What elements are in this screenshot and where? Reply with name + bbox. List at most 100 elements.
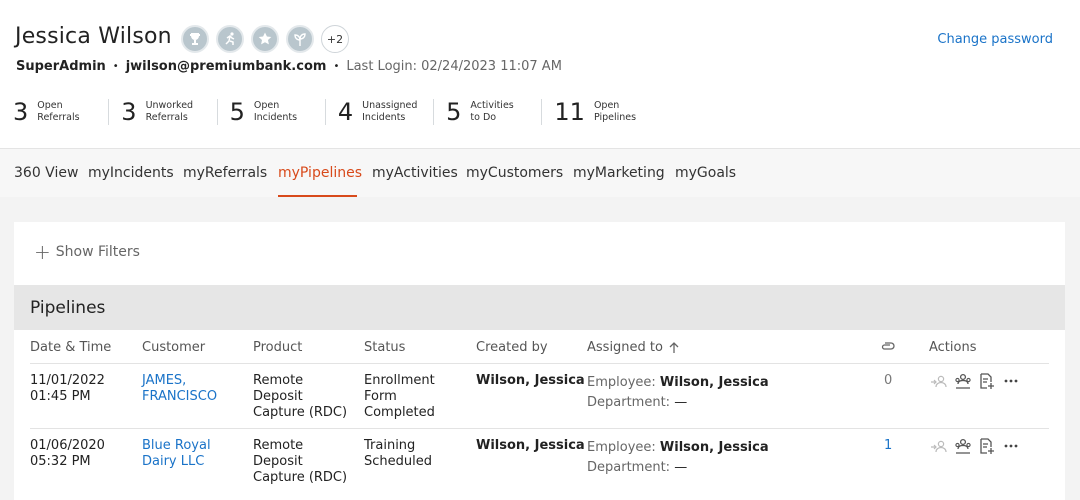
meta-separator: • <box>333 61 340 72</box>
tab-360-view[interactable]: 360 View <box>14 165 78 181</box>
row-2-assigned-to: Employee: Wilson, Jessica Department: — <box>587 438 769 478</box>
row-1-actions <box>930 372 1020 390</box>
tab-myactivities[interactable]: myActivities <box>372 165 458 181</box>
status-line: Completed <box>364 405 435 420</box>
tab-mymarketing[interactable]: myMarketing <box>573 165 665 181</box>
stat-open-referrals[interactable]: 3 Open Referrals <box>13 98 110 126</box>
user-role: SuperAdmin <box>16 59 106 74</box>
change-password-link[interactable]: Change password <box>937 32 1053 47</box>
stat-label: Activities to Do <box>470 100 514 123</box>
product-line: Remote <box>253 373 304 388</box>
row-2-status: Training Scheduled <box>364 438 432 470</box>
column-header-date-time[interactable]: Date & Time <box>30 340 111 355</box>
customer-line: JAMES, <box>142 373 187 388</box>
status-line: Training <box>364 438 416 453</box>
meta-separator: • <box>112 61 119 72</box>
row-1-status: Enrollment Form Completed <box>364 373 435 421</box>
status-line: Form <box>364 389 397 404</box>
user-email: jwilson@premiumbank.com <box>125 59 327 74</box>
section-title: Pipelines <box>30 298 106 318</box>
column-header-created-by[interactable]: Created by <box>476 340 548 355</box>
filter-panel: + Show Filters <box>14 222 1065 285</box>
date-text: 11/01/2022 <box>30 373 105 388</box>
pipelines-table <box>14 330 1065 500</box>
table-divider <box>30 363 1049 364</box>
assign-team-icon[interactable] <box>954 372 972 390</box>
stat-value: 4 <box>337 98 354 126</box>
stat-open-incidents[interactable]: 5 Open Incidents <box>230 99 326 125</box>
product-line: Deposit <box>253 454 303 469</box>
runner-badge-icon[interactable] <box>216 25 244 53</box>
reassign-user-icon[interactable] <box>930 437 948 455</box>
reassign-user-icon[interactable] <box>930 372 948 390</box>
department-label: Department: <box>587 395 671 410</box>
add-note-icon[interactable] <box>978 372 996 390</box>
employee-label: Employee: <box>587 375 656 390</box>
tab-myincidents[interactable]: myIncidents <box>88 165 174 181</box>
tab-myreferrals[interactable]: myReferrals <box>183 165 267 181</box>
stat-unworked-referrals[interactable]: 3 Unworked Referrals <box>121 98 218 126</box>
add-note-icon[interactable] <box>978 437 996 455</box>
product-line: Remote <box>253 438 304 453</box>
more-options-icon[interactable] <box>1002 437 1020 455</box>
sort-ascending-icon <box>669 341 679 353</box>
stat-value: 11 <box>554 98 585 126</box>
star-badge-icon[interactable] <box>251 25 279 53</box>
tab-mypipelines[interactable]: myPipelines <box>278 165 362 181</box>
stat-unassigned-incidents[interactable]: 4 Unassigned Incidents <box>337 98 435 126</box>
plus-icon: + <box>34 240 51 264</box>
column-header-customer[interactable]: Customer <box>142 340 205 355</box>
stat-value: 5 <box>229 98 245 126</box>
table-divider <box>30 428 1049 429</box>
customer-line: Dairy LLC <box>142 454 205 469</box>
customer-line: FRANCISCO <box>142 389 218 404</box>
department-label: Department: <box>587 460 671 475</box>
stat-value: 3 <box>13 98 29 126</box>
department-value: — <box>674 395 688 410</box>
tab-bar: 360 View myIncidents myReferrals myPipel… <box>0 148 1080 197</box>
column-header-attachments[interactable] <box>880 342 895 352</box>
column-header-status[interactable]: Status <box>364 340 405 355</box>
row-1-date-time: 11/01/2022 01:45 PM <box>30 373 105 405</box>
product-line: Capture (RDC) <box>253 470 348 485</box>
plant-badge-icon[interactable] <box>286 25 314 53</box>
tab-mycustomers[interactable]: myCustomers <box>466 165 563 181</box>
column-header-assigned-to[interactable]: Assigned to <box>587 340 679 355</box>
column-header-product[interactable]: Product <box>253 340 302 355</box>
column-header-label: Assigned to <box>587 340 663 355</box>
user-name: Jessica Wilson <box>15 24 172 49</box>
column-header-actions: Actions <box>929 340 977 355</box>
row-2-customer-link[interactable]: Blue Royal Dairy LLC <box>142 438 211 470</box>
status-line: Scheduled <box>364 454 432 469</box>
row-1-attachment-count: 0 <box>884 373 893 388</box>
stat-label: Open Pipelines <box>593 100 637 123</box>
more-options-icon[interactable] <box>1002 372 1020 390</box>
row-2-date-time: 01/06/2020 05:32 PM <box>30 438 105 470</box>
stat-open-pipelines[interactable]: 11 Open Pipelines <box>554 99 665 125</box>
department-value: — <box>674 460 688 475</box>
tab-mygoals[interactable]: myGoals <box>675 165 736 181</box>
pipelines-section-header: Pipelines <box>14 285 1065 330</box>
row-2-created-by: Wilson, Jessica <box>476 438 585 453</box>
badge-list: +2 <box>181 25 349 53</box>
stat-activities-to-do[interactable]: 5 Activities to Do <box>446 99 543 125</box>
stats-bar: 3 Open Referrals 3 Unworked Referrals 5 … <box>13 99 677 125</box>
trophy-badge-icon[interactable] <box>181 25 209 53</box>
paperclip-icon <box>881 342 895 350</box>
row-2-attachment-count[interactable]: 1 <box>884 438 892 453</box>
row-2-actions <box>930 437 1020 455</box>
show-filters-button[interactable]: + Show Filters <box>34 240 140 264</box>
profile-header: Jessica Wilson +2 Change password SuperA… <box>0 0 1080 148</box>
row-1-assigned-to: Employee: Wilson, Jessica Department: — <box>587 373 769 413</box>
product-line: Capture (RDC) <box>253 405 348 420</box>
time-text: 05:32 PM <box>30 454 91 469</box>
more-badges-button[interactable]: +2 <box>321 25 349 53</box>
employee-label: Employee: <box>587 440 656 455</box>
stat-label: Unassigned Incidents <box>362 100 418 123</box>
show-filters-label: Show Filters <box>55 244 140 260</box>
row-1-customer-link[interactable]: JAMES, FRANCISCO <box>142 373 217 405</box>
assign-team-icon[interactable] <box>954 437 972 455</box>
time-text: 01:45 PM <box>30 389 91 404</box>
row-1-created-by: Wilson, Jessica <box>476 373 585 388</box>
stat-value: 3 <box>121 98 137 126</box>
